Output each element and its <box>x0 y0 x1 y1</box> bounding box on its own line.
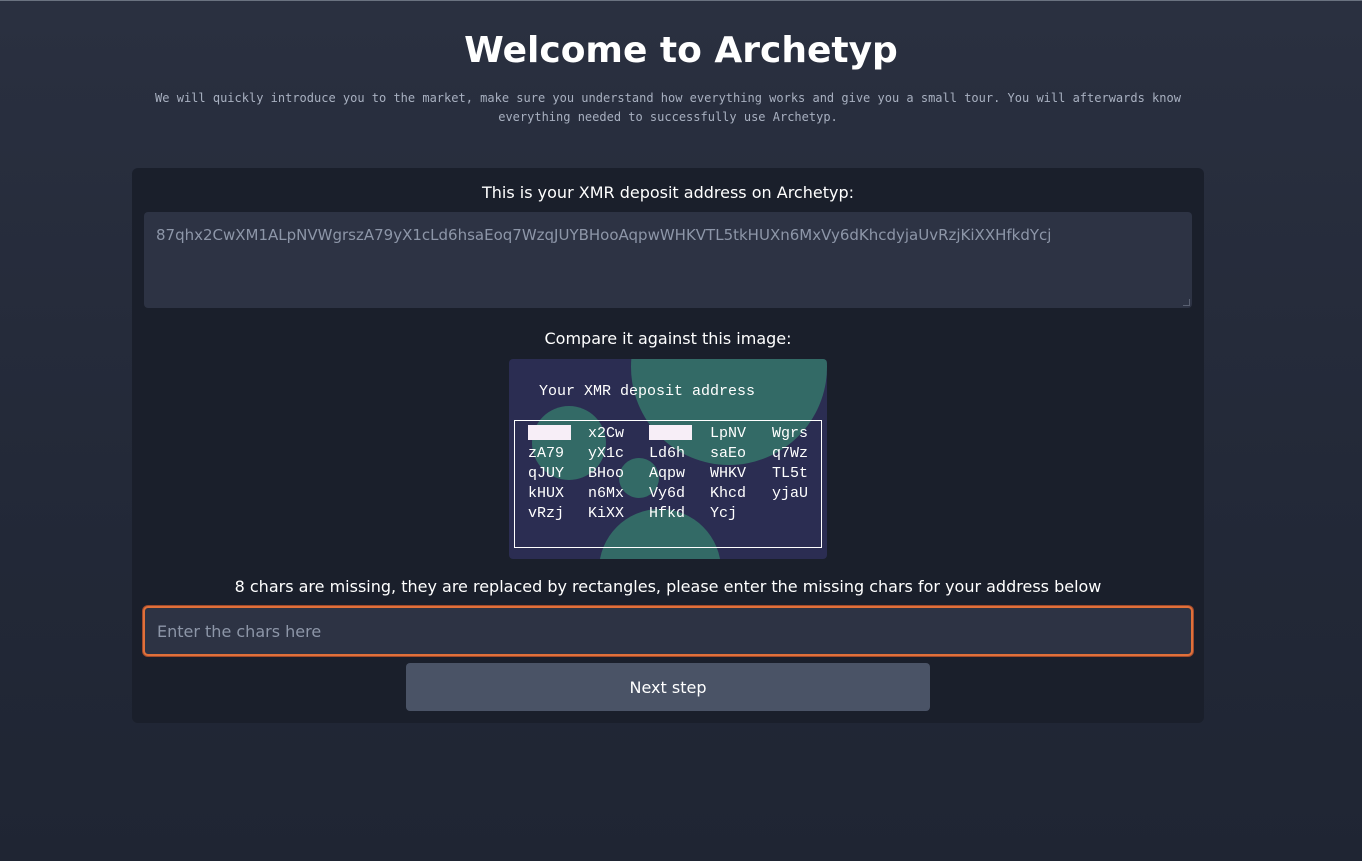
address-chunk: KiXX <box>588 505 625 522</box>
address-captcha-image: Your XMR deposit address x2Cw LpNV Wgrs zA7… <box>509 359 827 559</box>
address-chunk: Ld6h <box>649 445 686 462</box>
address-chunk: zA79 <box>528 445 565 462</box>
missing-chars-input[interactable] <box>143 606 1193 656</box>
address-chunk: Aqpw <box>649 465 686 482</box>
deposit-address-value: 87qhx2CwXM1ALpNVWgrszA79yX1cLd6hsaEoq7Wz… <box>156 226 1052 244</box>
deposit-verification-card: This is your XMR deposit address on Arch… <box>132 168 1204 723</box>
address-chunk: qJUY <box>528 465 565 482</box>
address-chunk: Vy6d <box>649 485 686 502</box>
address-chunk: Ycj <box>710 505 738 522</box>
deposit-address-label: This is your XMR deposit address on Arch… <box>482 183 854 202</box>
missing-chars-rectangle <box>528 425 571 440</box>
intro-text: We will quickly introduce you to the mar… <box>155 91 1181 124</box>
deposit-address-textarea[interactable]: 87qhx2CwXM1ALpNVWgrszA79yX1cLd6hsaEoq7Wz… <box>144 212 1192 308</box>
address-chunk: Khcd <box>710 485 747 502</box>
address-chunk: vRzj <box>528 505 565 522</box>
address-chunk: Wgrs <box>772 425 809 442</box>
address-chunk: kHUX <box>528 485 565 502</box>
missing-chars-instruction: 8 chars are missing, they are replaced b… <box>234 577 1102 596</box>
address-chunk: WHKV <box>710 465 747 482</box>
next-step-button[interactable]: Next step <box>406 663 930 711</box>
address-chunk: x2Cw <box>588 425 625 442</box>
address-chunk: Hfkd <box>649 505 686 522</box>
captcha-title: Your XMR deposit address <box>539 383 756 400</box>
address-chunk: yX1c <box>588 445 625 462</box>
address-chunk: yjaU <box>772 485 809 502</box>
resize-grip-icon[interactable] <box>1183 299 1190 306</box>
page-title: Welcome to Archetyp <box>464 30 898 71</box>
missing-chars-rectangle <box>649 425 692 440</box>
window-top-border <box>0 0 1362 1</box>
address-chunk: BHoo <box>588 465 625 482</box>
compare-label: Compare it against this image: <box>544 329 792 348</box>
address-chunk: saEo <box>710 445 747 462</box>
address-chunk: TL5t <box>772 465 809 482</box>
address-chunk: q7Wz <box>772 445 809 462</box>
address-chunk: n6Mx <box>588 485 625 502</box>
address-chunk: LpNV <box>710 425 747 442</box>
